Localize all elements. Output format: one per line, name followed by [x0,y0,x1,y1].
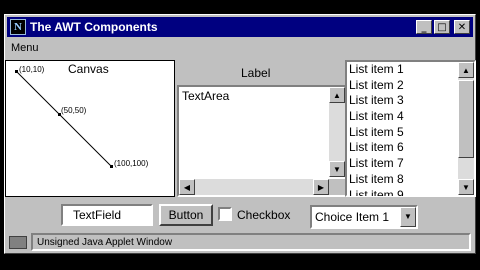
maximize-button[interactable]: □ [434,20,450,34]
list-box[interactable]: List item 1 List item 2 List item 3 List… [345,60,476,197]
scroll-left-arrow-icon[interactable]: ◀ [179,179,195,195]
menu-bar: Menu [7,39,473,57]
minimize-button[interactable]: _ [416,20,432,34]
button[interactable]: Button [159,204,213,226]
list-scroll-thumb[interactable] [458,80,474,158]
status-text: Unsigned Java Applet Window [31,233,471,251]
point-marker [110,165,113,168]
applet-warning-icon [9,236,27,249]
list-item[interactable]: List item 4 [347,109,474,125]
canvas-drawing [15,70,113,168]
label-component: Label [241,66,271,80]
point-label: (10,10) [19,65,45,74]
canvas[interactable]: Canvas (10,10) (50,50) (100,100) [5,60,175,197]
point-label: (100,100) [114,159,149,168]
list-item[interactable]: List item 5 [347,125,474,141]
list-item[interactable]: List item 7 [347,156,474,172]
checkbox-label[interactable]: Checkbox [237,208,290,222]
textarea-vertical-scrollbar[interactable]: ▲ ▼ [329,87,345,177]
list-item[interactable]: List item 9 [347,188,474,196]
applet-window: N The AWT Components _ □ ✕ Menu Canvas (… [4,14,476,254]
choice-dropdown[interactable]: Choice Item 1 ▼ [310,205,418,229]
chevron-down-icon[interactable]: ▼ [400,207,416,227]
scroll-down-arrow-icon[interactable]: ▼ [329,161,345,177]
textarea[interactable]: TextArea ▲ ▼ ◀ ▶ [177,85,347,197]
textarea-horizontal-scrollbar[interactable]: ◀ ▶ [179,179,329,195]
list-item[interactable]: List item 8 [347,172,474,188]
list-item[interactable]: List item 1 [347,62,474,78]
scroll-up-arrow-icon[interactable]: ▲ [329,87,345,103]
scroll-up-arrow-icon[interactable]: ▲ [458,62,474,78]
choice-selected-value: Choice Item 1 [315,210,390,224]
list-item[interactable]: List item 3 [347,93,474,109]
scroll-down-arrow-icon[interactable]: ▼ [458,179,474,195]
list-vertical-scrollbar[interactable]: ▲ ▼ [458,62,474,195]
point-marker [15,70,18,73]
window-title: The AWT Components [30,20,158,34]
close-button[interactable]: ✕ [454,20,470,34]
text-field[interactable]: TextField [61,204,153,226]
list-item[interactable]: List item 2 [347,78,474,94]
checkbox[interactable] [218,207,232,221]
scroll-corner [329,179,345,195]
point-label: (50,50) [61,106,87,115]
title-bar[interactable]: N The AWT Components _ □ ✕ [7,17,473,37]
netscape-icon[interactable]: N [10,19,26,35]
scroll-right-arrow-icon[interactable]: ▶ [313,179,329,195]
menu-item-menu[interactable]: Menu [11,42,39,54]
textarea-content: TextArea [182,89,230,103]
status-bar: Unsigned Java Applet Window [7,233,473,251]
list-item[interactable]: List item 6 [347,140,474,156]
diagonal-line [15,70,112,167]
